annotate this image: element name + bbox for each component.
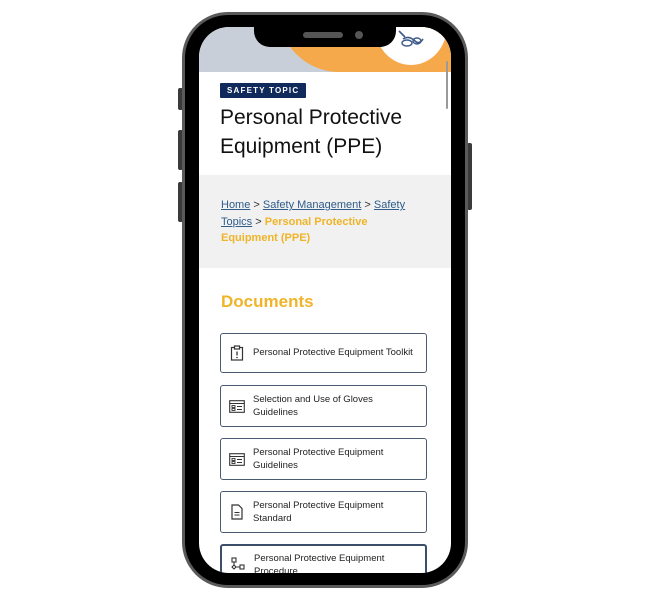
documents-heading: Documents — [221, 292, 314, 311]
breadcrumb-separator: > — [253, 199, 260, 211]
breadcrumb-home[interactable]: Home — [221, 199, 250, 211]
document-label: Selection and Use of Gloves Guidelines — [253, 393, 373, 419]
safety-goggles-icon — [395, 27, 425, 56]
document-label: Personal Protective Equipment Guidelines — [253, 446, 384, 472]
clipboard-alert-icon — [221, 345, 253, 361]
breadcrumb-separator: > — [255, 215, 262, 228]
list-card-icon — [221, 452, 253, 466]
document-card-gloves[interactable]: Selection and Use of Gloves Guidelines — [220, 385, 427, 427]
document-label: Personal Protective Equipment Procedure — [254, 552, 385, 574]
breadcrumb-separator: > — [364, 199, 371, 211]
document-card-procedure[interactable]: Personal Protective Equipment Procedure — [220, 544, 427, 573]
breadcrumb: Home > Safety Management > Safety Topics… — [199, 175, 451, 268]
scrollbar[interactable] — [446, 61, 448, 109]
document-label: Personal Protective Equipment Standard — [253, 499, 384, 525]
document-card-guidelines[interactable]: Personal Protective Equipment Guidelines — [220, 438, 427, 480]
flowchart-icon — [222, 557, 254, 573]
document-card-toolkit[interactable]: Personal Protective Equipment Toolkit — [220, 333, 427, 373]
topic-badge: SAFETY TOPIC — [220, 83, 307, 98]
document-label: Personal Protective Equipment Toolkit — [253, 347, 413, 359]
document-card-standard[interactable]: Personal Protective Equipment Standard — [220, 491, 427, 533]
phone-screen: SAFETY TOPIC Personal Protective Equipme… — [199, 27, 451, 573]
phone-speaker — [303, 32, 343, 38]
page-title: Personal Protective Equipment (PPE) — [220, 106, 403, 158]
phone-camera — [355, 31, 363, 39]
breadcrumb-safety-management[interactable]: Safety Management — [263, 199, 361, 211]
list-card-icon — [221, 399, 253, 413]
document-icon — [221, 504, 253, 520]
